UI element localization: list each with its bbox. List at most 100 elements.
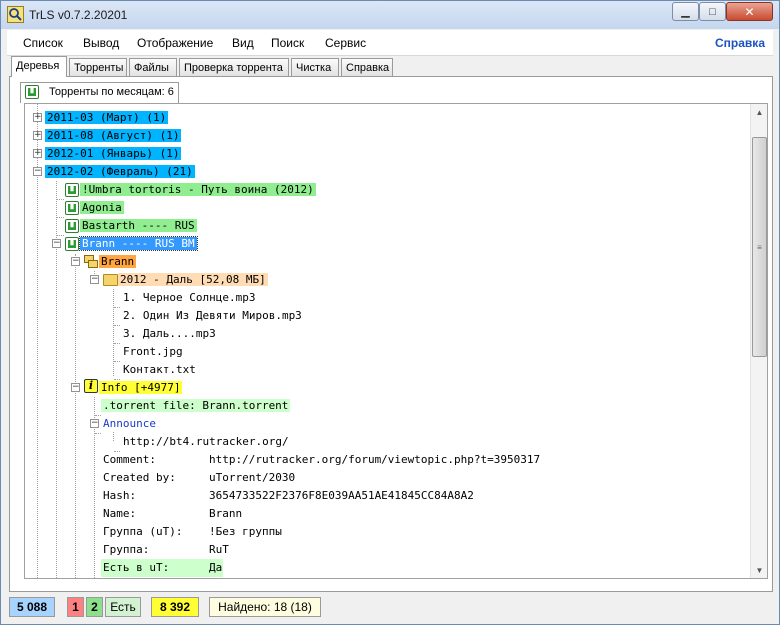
tree-prop-row[interactable]: Name: [101,505,138,523]
tree-line [56,217,64,218]
tree-line [56,199,64,200]
vertical-scrollbar[interactable]: ▲ ≡ ▼ [750,104,767,578]
status-exists: Есть [105,597,141,617]
tree-file-row[interactable]: 2. Один Из Девяти Миров.mp3 [121,307,304,325]
tree-torrent-row[interactable]: Bastarth ---- RUS [80,217,197,235]
expand-icon[interactable]: + [33,149,42,158]
prop-value-row: Да [207,559,224,577]
subtab-label: Торренты по месяцам: 6 [49,86,174,98]
menu-list[interactable]: Список [23,36,63,50]
menu-output[interactable]: Вывод [83,36,119,50]
tree-torrent-row[interactable]: Agonia [80,199,124,217]
menu-search[interactable]: Поиск [271,36,304,50]
tree-folder-row[interactable]: Brann [99,253,137,271]
tree-info-label: Info [+4977] [99,381,183,394]
tab-torrent-check[interactable]: Проверка торрента [179,58,289,76]
collapse-icon[interactable]: − [52,239,61,248]
tree-file-row[interactable]: Front.jpg [121,343,185,361]
status-bar: 5 088 1 2 Есть 8 392 Найдено: 18 (18) [1,593,779,624]
prop-key: Группа: [103,543,150,556]
grip-icon: ≡ [757,242,762,252]
tree-month-label: 2011-08 (Август) (1) [45,129,182,142]
title-bar: TrLS v0.7.2.20201 ▁ □ ✕ [1,1,779,29]
tree-file-row[interactable]: 1. Черное Солнце.mp3 [121,289,257,307]
torrent-tree: + 2011-03 (Март) (1) + 2011-08 (Август) … [25,104,751,578]
expand-icon[interactable]: + [33,131,42,140]
tree-line [114,343,120,344]
tab-help[interactable]: Справка [341,58,393,76]
collapse-icon[interactable]: − [90,419,99,428]
info-icon: i [84,379,98,393]
prop-value-row: uTorrent/2030 [207,469,297,487]
tree-file-row[interactable]: Контакт.txt [121,361,198,379]
tree-torrent-file-row[interactable]: .torrent file: Brann.torrent [101,397,291,415]
tree-torrent-row-selected[interactable]: Brann ---- RUS BM [79,235,198,253]
tree-month-row[interactable]: 2011-08 (Август) (1) [45,127,182,145]
tree-torrent-file-label: .torrent file: Brann.torrent [101,399,291,412]
collapse-icon[interactable]: − [33,167,42,176]
prop-value: !Без группы [209,525,282,538]
collapse-icon[interactable]: − [71,383,80,392]
scroll-down-button[interactable]: ▼ [751,562,767,578]
prop-key: Name: [103,507,137,520]
maximize-icon: □ [709,5,716,18]
tree-prop-row[interactable]: Группа: [101,541,151,559]
status-green-count: 2 [86,597,103,617]
app-search-icon [7,6,24,23]
tree-prop-row[interactable]: Created by: [101,469,178,487]
tree-file-label: 2. Один Из Девяти Миров.mp3 [123,309,302,322]
prop-key: Группа (uT): [103,525,183,538]
tree-month-row[interactable]: 2012-02 (Февраль) (21) [45,163,195,181]
menu-service[interactable]: Сервис [325,36,366,50]
tree-view[interactable]: + 2011-03 (Март) (1) + 2011-08 (Август) … [24,103,768,579]
tab-cleanup[interactable]: Чистка [291,58,339,76]
tree-prop-row[interactable]: Hash: [101,487,138,505]
tree-line [95,433,101,434]
prop-key: Есть в uT: [103,561,170,574]
tab-files[interactable]: Файлы [129,58,177,76]
prop-value: 3654733522F2376F8E039AA51AE41845CC84A8A2 [209,489,474,502]
tab-torrents[interactable]: Торренты [69,58,127,76]
prop-value: RuT [209,543,229,556]
scroll-thumb[interactable]: ≡ [752,137,767,357]
prop-key: Created by: [103,471,176,484]
menu-help[interactable]: Справка [715,36,765,50]
maximize-button[interactable]: □ [699,2,726,21]
multi-folder-icon [84,255,99,269]
tree-prop-row[interactable]: Группа (uT): [101,523,184,541]
menu-display[interactable]: Отображение [137,36,213,50]
expand-icon[interactable]: + [33,113,42,122]
collapse-icon[interactable]: − [90,275,99,284]
scroll-up-button[interactable]: ▲ [751,104,767,121]
tree-prop-row-highlighted[interactable]: Есть в uT: [101,559,223,577]
menu-view[interactable]: Вид [232,36,254,50]
tree-file-label: 1. Черное Солнце.mp3 [123,291,256,304]
tree-month-row[interactable]: 2012-01 (Январь) (1) [45,145,182,163]
minimize-button[interactable]: ▁ [672,2,699,21]
tree-file-label: 3. Даль....mp3 [123,327,216,340]
close-button[interactable]: ✕ [726,2,773,21]
prop-value: http://rutracker.org/forum/viewtopic.php… [209,453,541,466]
utorrent-icon [25,85,39,99]
prop-value-row: http://rutracker.org/forum/viewtopic.php… [207,451,542,469]
tree-file-label: Контакт.txt [123,363,196,376]
tree-announce-row[interactable]: Announce [101,415,158,433]
tree-announce-url-row[interactable]: http://bt4.rutracker.org/ [121,433,291,451]
tree-torrent-label: Bastarth ---- RUS [80,219,197,232]
tree-folder-row[interactable]: 2012 - Даль [52,08 МБ] [118,271,268,289]
prop-value: Да [209,561,223,574]
tree-file-row[interactable]: 3. Даль....mp3 [121,325,218,343]
collapse-icon[interactable]: − [71,257,80,266]
tree-torrent-row[interactable]: !Umbra tortoris - Путь воина (2012) [80,181,316,199]
status-count: 8 392 [151,597,199,617]
subtab-torrents-by-month[interactable]: Торренты по месяцам: 6 [20,82,179,103]
tree-line [114,325,120,326]
tree-line [37,173,38,578]
tree-prop-row[interactable]: Comment: [101,451,158,469]
tree-month-label: 2012-02 (Февраль) (21) [45,165,195,178]
tree-month-row[interactable]: 2011-03 (Март) (1) [45,109,169,127]
prop-value-row: 3654733522F2376F8E039AA51AE41845CC84A8A2 [207,487,476,505]
tree-info-row[interactable]: Info [+4977] [99,379,183,397]
tab-trees[interactable]: Деревья [11,56,67,77]
status-red-count: 1 [67,597,84,617]
